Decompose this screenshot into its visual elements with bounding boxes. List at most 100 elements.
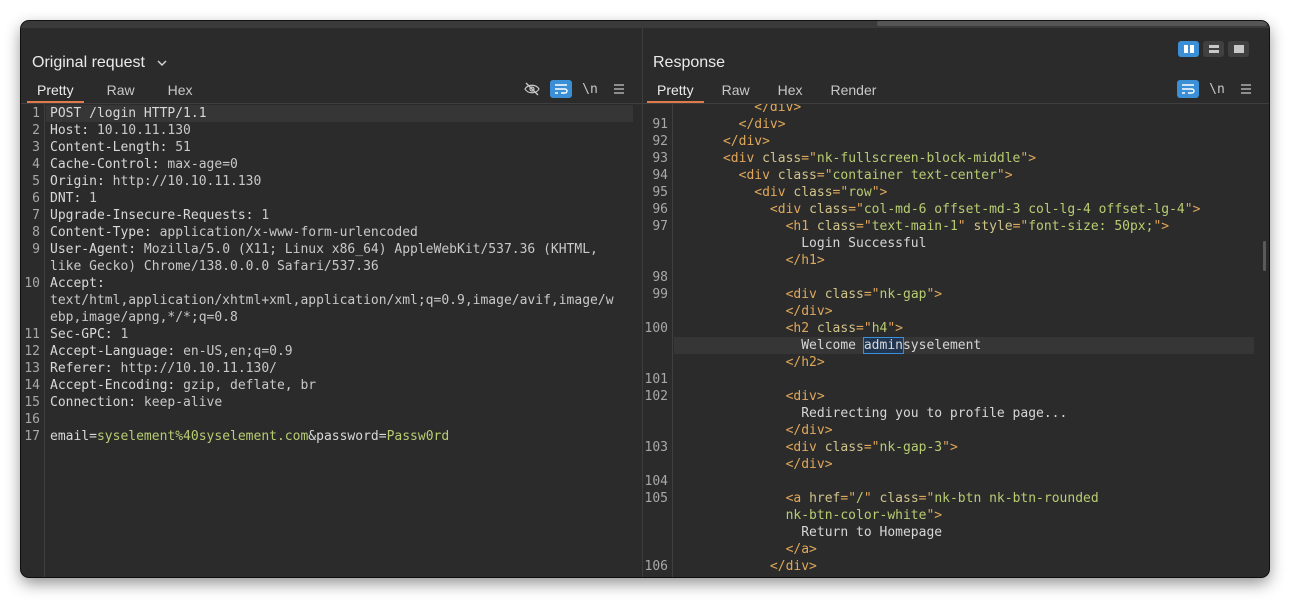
layout-columns-icon[interactable] — [1178, 41, 1199, 57]
code-token: div — [769, 104, 794, 115]
request-editor[interactable]: 1 POST /login HTTP/1.1 2 Host: 10.10.11.130… — [21, 104, 642, 577]
code-token: > — [793, 104, 802, 115]
code-token: ebp,image/apng,*/*;q=0.8 — [50, 310, 238, 325]
line-number: 101 — [644, 372, 668, 387]
code-line: </div> — [676, 104, 801, 116]
newline-toggle[interactable]: \n — [579, 80, 601, 98]
tab-hex[interactable]: Hex — [768, 80, 813, 101]
code-line: Sec-GPC: 1 — [50, 326, 128, 343]
code-line: Welcome adminsyselement — [676, 337, 981, 354]
code-token: keep-alive — [143, 395, 223, 410]
code-token: </div> — [676, 134, 770, 149]
request-title[interactable]: Original request — [32, 54, 167, 72]
line-number: 10 — [24, 276, 40, 291]
scrollbar-thumb[interactable] — [877, 21, 1267, 26]
code-token: font-size: 50px; — [1028, 219, 1154, 234]
code-line: nk-btn-color-white"> — [676, 507, 943, 524]
tab-raw[interactable]: Raw — [97, 80, 145, 101]
code-token: 51 — [175, 140, 191, 155]
code-token: class — [777, 168, 817, 183]
code-line: Connection: keep-alive — [50, 394, 222, 411]
code-token: gzip, deflate, br — [183, 378, 317, 393]
wrap-icon[interactable] — [1177, 80, 1199, 98]
tab-hex[interactable]: Hex — [158, 80, 203, 101]
code-token: Origin: — [50, 174, 113, 189]
request-title-label: Original request — [32, 54, 145, 72]
response-editor[interactable]: </div> 91 </div> 92 </div> 93 <div class="n… — [643, 104, 1269, 577]
tab-raw[interactable]: Raw — [712, 80, 760, 101]
code-token: syselement%40syselement.com — [96, 429, 309, 444]
code-token: 1 — [89, 191, 97, 206]
line-number: 100 — [644, 321, 668, 336]
code-line: <div class="nk-gap"> — [676, 286, 943, 303]
code-token: <div — [676, 168, 778, 183]
code-token: "> — [942, 440, 958, 455]
code-line: </div> — [676, 133, 770, 150]
code-token: </div> — [676, 117, 786, 132]
line-number: 4 — [32, 157, 40, 172]
menu-icon[interactable] — [608, 80, 630, 98]
request-pane: Original request Pretty Raw Hex \n 1 POS… — [21, 28, 643, 577]
tab-pretty[interactable]: Pretty — [647, 80, 704, 103]
code-token: <div> — [676, 389, 825, 404]
code-line: </div> — [676, 558, 817, 575]
code-token: = — [89, 429, 97, 444]
code-token: "> — [1153, 219, 1170, 234]
response-title: Response — [653, 54, 726, 71]
http-message-editor-window: Original request Pretty Raw Hex \n 1 POS… — [21, 21, 1269, 577]
code-token: =" — [848, 202, 864, 217]
code-token: class — [809, 202, 849, 217]
code-token: row — [848, 185, 872, 200]
layout-rows-icon[interactable] — [1203, 41, 1224, 57]
code-token: Connection: — [50, 395, 144, 410]
code-line: Content-Length: 51 — [50, 139, 191, 156]
code-token: Return to Homepage — [676, 525, 943, 540]
code-token: nk-btn-color-white — [676, 508, 927, 523]
code-line: Upgrade-Insecure-Requests: 1 — [50, 207, 269, 224]
code-token: like Gecko) Chrome/138.0.0.0 Safari/537.… — [50, 259, 379, 274]
line-number: 3 — [32, 140, 40, 155]
vertical-scrollbar-thumb[interactable] — [1263, 241, 1266, 271]
code-token: Referer: — [50, 361, 121, 376]
code-token: 1 — [261, 208, 270, 223]
line-number: 96 — [652, 202, 668, 217]
menu-icon[interactable] — [1235, 80, 1257, 98]
code-token: "> — [887, 321, 903, 336]
line-number: 17 — [24, 429, 40, 444]
code-line: Accept: — [50, 275, 105, 292]
code-token: "> — [871, 185, 888, 200]
code-token: container text-center — [832, 168, 997, 183]
eye-off-icon[interactable] — [521, 80, 543, 98]
horizontal-scrollbar[interactable] — [21, 21, 1269, 28]
code-token: =" — [1012, 219, 1029, 234]
code-line: </div> — [676, 422, 833, 439]
code-token: "> — [1020, 151, 1037, 166]
code-line: POST /login HTTP/1.1 — [50, 105, 207, 122]
code-line: DNT: 1 — [50, 190, 97, 207]
line-number: 7 — [32, 208, 40, 223]
tab-pretty[interactable]: Pretty — [27, 80, 84, 103]
code-token: <div — [676, 202, 810, 217]
request-toolbar: \n — [514, 80, 630, 98]
code-token: Upgrade-Insecure-Requests: — [50, 208, 262, 223]
code-token: class — [816, 321, 857, 336]
code-token: / — [856, 491, 864, 506]
code-line: </div> — [676, 116, 786, 133]
code-token: max-age=0 — [167, 157, 238, 172]
code-token: class — [824, 287, 864, 302]
code-token: syselement — [902, 338, 982, 353]
code-token: =" — [816, 168, 833, 183]
code-line: email=syselement%40syselement.com&passwo… — [50, 428, 449, 445]
line-number: 93 — [652, 151, 668, 166]
code-token: <div — [676, 151, 763, 166]
code-token: <h2 — [676, 321, 817, 336]
code-token: =" — [856, 321, 872, 336]
tab-render[interactable]: Render — [821, 80, 887, 101]
layout-single-icon[interactable] — [1228, 41, 1249, 57]
code-line: Accept-Language: en-US,en;q=0.9 — [50, 343, 293, 360]
code-token: nk-fullscreen-block-middle — [816, 151, 1021, 166]
newline-toggle[interactable]: \n — [1206, 80, 1228, 98]
chevron-down-icon[interactable] — [157, 54, 167, 72]
wrap-icon[interactable] — [550, 80, 572, 98]
line-number: 8 — [32, 225, 40, 240]
